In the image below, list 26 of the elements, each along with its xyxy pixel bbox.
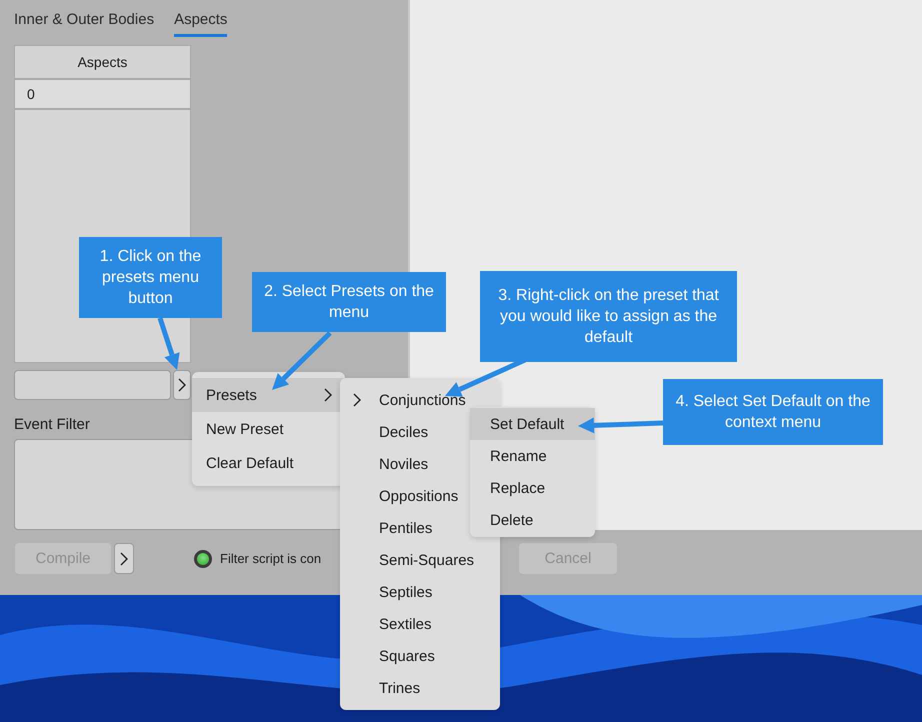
callout-note: 4. Select Set Default on the context menu bbox=[663, 379, 883, 445]
menu-item[interactable]: Trines bbox=[340, 672, 500, 704]
tab[interactable]: Aspects bbox=[174, 8, 228, 37]
status-text: Filter script is con bbox=[220, 551, 322, 566]
callout-arrow bbox=[272, 331, 332, 390]
menu-item[interactable]: Set Default bbox=[470, 408, 595, 440]
menu-item[interactable]: Replace bbox=[470, 472, 595, 504]
presets-menu-button[interactable] bbox=[173, 370, 191, 400]
menu-item[interactable]: Rename bbox=[470, 440, 595, 472]
menu-item[interactable]: Presets bbox=[192, 378, 345, 412]
section-label: Event Filter bbox=[14, 416, 90, 433]
menu-item[interactable]: Semi-Squares bbox=[340, 544, 500, 576]
menu-item[interactable]: Sextiles bbox=[340, 608, 500, 640]
callout-note: 3. Right-click on the preset that you would like to assign as the default bbox=[480, 271, 737, 362]
expand-button[interactable] bbox=[114, 543, 134, 574]
preset-field[interactable] bbox=[14, 370, 171, 400]
callout-note: 2. Select Presets on the menu bbox=[252, 272, 446, 332]
menu-item[interactable]: Delete bbox=[470, 504, 595, 536]
chevron-right-icon bbox=[177, 376, 187, 393]
callout-note: 1. Click on the presets menu button bbox=[79, 237, 222, 318]
tab[interactable]: Inner & Outer Bodies bbox=[14, 8, 154, 37]
menu-item[interactable]: Squares bbox=[340, 640, 500, 672]
chevron-right-icon bbox=[119, 550, 129, 566]
callout-arrow bbox=[158, 317, 180, 370]
table-cell[interactable]: 0 bbox=[15, 80, 190, 110]
menu-item[interactable]: Septiles bbox=[340, 576, 500, 608]
